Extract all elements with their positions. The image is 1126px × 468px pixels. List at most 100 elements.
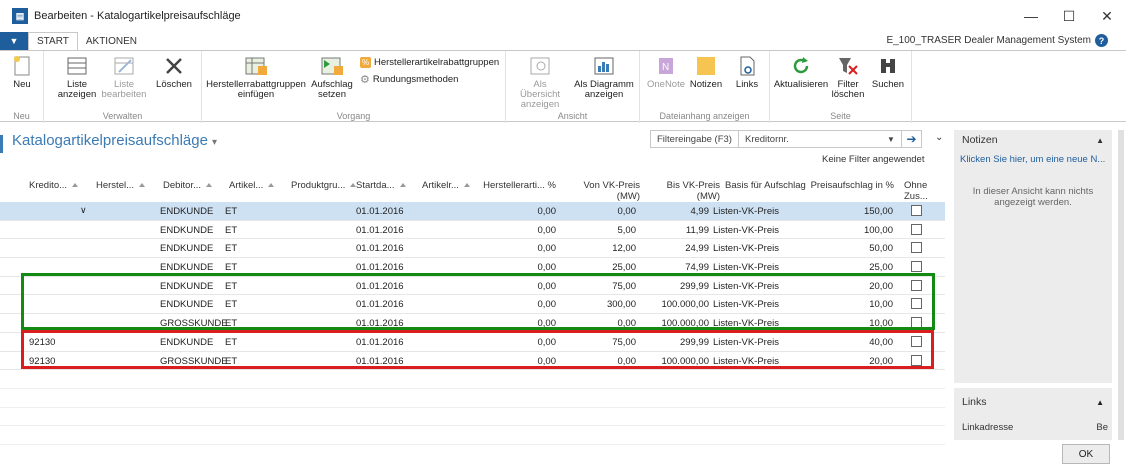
sort-icon — [206, 183, 213, 188]
ok-button[interactable]: OK — [1062, 444, 1110, 464]
herstellerrabattgruppen-einfuegen-button[interactable]: Herstellerrabattgruppen einfügen — [206, 55, 306, 100]
empty-row — [0, 426, 945, 445]
als-diagramm-button[interactable]: Als Diagramm anzeigen — [572, 55, 636, 100]
rundungsmethoden-button[interactable]: ⚙ Rundungsmethoden — [360, 73, 458, 86]
list-edit-icon — [112, 55, 136, 77]
col-header-ohne-zus[interactable]: Ohne Zus... — [904, 180, 938, 202]
ohne-zus-checkbox[interactable] — [911, 261, 922, 273]
aktualisieren-label: Aktualisieren — [773, 79, 829, 90]
col-header-preisaufschlag[interactable]: Preisaufschlag in % — [800, 180, 894, 191]
links-collapse-icon[interactable]: ▲ — [1096, 398, 1104, 407]
filter-apply-arrow-icon[interactable]: ➔ — [901, 131, 921, 147]
cell-debitor: ENDKUNDE — [160, 243, 214, 255]
aktualisieren-button[interactable]: Aktualisieren — [773, 55, 829, 90]
col-header-kreditor[interactable]: Kredito... — [29, 180, 79, 191]
factbox-scrollbar[interactable] — [1118, 130, 1124, 440]
highlight-box-green — [21, 273, 935, 330]
cell-aufschlag: 100,00 — [863, 224, 893, 236]
filter-dropdown-icon[interactable]: ▼ — [887, 135, 901, 144]
notizen-button[interactable]: Notizen — [686, 55, 726, 90]
onenote-label: OneNote — [646, 79, 686, 90]
ohne-zus-checkbox[interactable] — [911, 242, 922, 254]
ribbon: Neu Neu Liste anzeigen Liste bearbeiten … — [0, 50, 1126, 123]
filter-input-label[interactable]: Filtereingabe (F3) — [651, 131, 739, 147]
cell-von: 0,00 — [617, 206, 637, 217]
cell-basis: Listen-VK-Preis — [713, 243, 779, 255]
col-label: Debitor... — [163, 180, 202, 191]
window-controls: — ☐ ✕ — [1012, 0, 1126, 32]
cell-bis: 11,99 — [685, 224, 709, 236]
links-button[interactable]: Links — [732, 55, 762, 90]
hersteller-dropdown-icon[interactable]: ∨ — [80, 205, 87, 216]
cell-hersteller-pct: 0,00 — [537, 206, 557, 217]
ohne-zus-checkbox[interactable] — [911, 205, 922, 216]
application-menu-button[interactable]: ▼ — [0, 32, 28, 50]
empty-row — [0, 389, 945, 408]
cell-hersteller-pct: 0,00 — [537, 243, 557, 255]
liste-anzeigen-button[interactable]: Liste anzeigen — [58, 55, 96, 100]
col-header-artikelrabatt[interactable]: Artikelr... — [422, 180, 470, 191]
cell-aufschlag: 150,00 — [863, 206, 893, 217]
col-header-von-vk-preis[interactable]: Von VK-Preis (MW) — [560, 180, 641, 202]
tab-aktionen[interactable]: AKTIONEN — [78, 32, 145, 50]
collapse-chevron-icon[interactable]: ⌄ — [935, 132, 943, 143]
aufschlag-setzen-label: Aufschlag setzen — [311, 79, 353, 100]
loeschen-button[interactable]: Löschen — [154, 55, 194, 90]
col-header-basis[interactable]: Basis für Aufschlag — [725, 180, 806, 191]
group-label-verwalten: Verwalten — [102, 111, 143, 121]
filter-field-select[interactable]: Kreditornr. — [739, 134, 887, 145]
table-row[interactable]: ENDKUNDE ET 01.01.2016 0,00 12,00 24,99 … — [0, 239, 945, 259]
group-label-neu: Neu — [13, 111, 30, 121]
app-name-label: E_100_TRASER Dealer Management System — [886, 35, 1091, 46]
cell-bis: 4,99 — [690, 206, 710, 217]
col-label: Herstel... — [96, 180, 135, 191]
maximize-button[interactable]: ☐ — [1050, 0, 1088, 32]
als-uebersicht-button[interactable]: Als Übersicht anzeigen — [514, 55, 566, 110]
group-label-ansicht: Ansicht — [557, 111, 588, 121]
cell-startdatum: 01.01.2016 — [356, 224, 404, 236]
ohne-zus-checkbox[interactable] — [911, 223, 922, 235]
liste-bearbeiten-button[interactable]: Liste bearbeiten — [100, 55, 148, 100]
col-header-debitor[interactable]: Debitor... — [163, 180, 213, 191]
help-icon[interactable]: ? — [1095, 34, 1108, 47]
sort-icon — [268, 183, 275, 188]
group-vorgang: Herstellerrabattgruppen einfügen Aufschl… — [202, 51, 506, 123]
group-neu: Neu Neu — [0, 51, 44, 123]
table-row[interactable]: ∨ ENDKUNDE ET 01.01.2016 0,00 0,00 4,99 … — [0, 202, 945, 221]
group-verwalten: Liste anzeigen Liste bearbeiten Löschen … — [44, 51, 202, 123]
neu-button[interactable]: Neu — [6, 55, 38, 90]
cell-aufschlag: 50,00 — [869, 243, 893, 255]
col-header-bis-vk-preis[interactable]: Bis VK-Preis (MW) — [664, 180, 720, 202]
list-view-icon — [65, 55, 89, 77]
herstellerartikelrabattgruppen-button[interactable]: % Herstellerartikelrabattgruppen — [360, 57, 499, 68]
cell-startdatum: 01.01.2016 — [356, 206, 404, 217]
cell-startdatum: 01.01.2016 — [356, 262, 404, 274]
title-dropdown-icon[interactable]: ▾ — [212, 137, 217, 148]
table-row[interactable]: ENDKUNDE ET 01.01.2016 0,00 5,00 11,99 L… — [0, 221, 945, 240]
col-header-produktgruppe[interactable]: Produktgru... — [291, 180, 357, 191]
notes-collapse-icon[interactable]: ▲ — [1096, 136, 1104, 145]
empty-row — [0, 370, 945, 389]
loeschen-label: Löschen — [156, 79, 192, 90]
col-header-hersteller[interactable]: Herstel... — [96, 180, 146, 191]
page-title[interactable]: Katalogartikelpreisaufschläge ▾ — [12, 132, 217, 149]
new-note-link[interactable]: Klicken Sie hier, um eine neue N... — [960, 154, 1105, 165]
close-button[interactable]: ✕ — [1088, 0, 1126, 32]
suchen-button[interactable]: Suchen — [870, 55, 906, 90]
sort-icon — [399, 183, 406, 188]
onenote-button[interactable]: N OneNote — [646, 55, 686, 90]
filter-loeschen-button[interactable]: Filter löschen — [830, 55, 866, 100]
col-header-startdatum[interactable]: Startda... — [356, 180, 406, 191]
aufschlag-setzen-button[interactable]: Aufschlag setzen — [310, 55, 354, 100]
cell-artikel: ET — [225, 224, 238, 236]
minimize-button[interactable]: — — [1012, 0, 1050, 32]
group-label-seite: Seite — [830, 111, 851, 121]
col-header-artikel[interactable]: Artikel... — [229, 180, 275, 191]
col-header-herstellerartikel-pct[interactable]: Herstellerarti... % — [480, 180, 556, 191]
gears-icon: ⚙ — [360, 74, 370, 86]
svg-text:N: N — [662, 62, 669, 73]
tab-start[interactable]: START — [28, 32, 78, 50]
col-label: Ohne Zus... — [904, 180, 928, 202]
sort-icon — [72, 183, 79, 188]
als-diagramm-label: Als Diagramm anzeigen — [574, 79, 634, 100]
